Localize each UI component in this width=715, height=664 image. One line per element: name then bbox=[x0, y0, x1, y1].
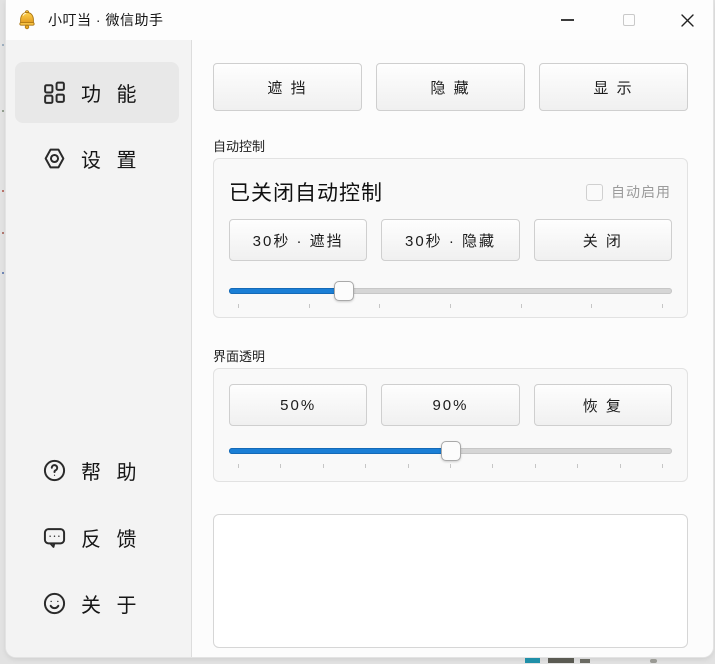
sidebar: 功 能 设 置 帮 bbox=[6, 40, 192, 657]
slider-fill bbox=[229, 448, 451, 454]
transparency-panel: 50% 90% 恢 复 bbox=[213, 368, 688, 482]
opacity-90-button[interactable]: 90% bbox=[381, 384, 519, 426]
bell-icon bbox=[16, 9, 38, 31]
auto-control-section-label: 自动控制 bbox=[213, 136, 265, 155]
main-content: 遮 挡 隐 藏 显 示 自动控制 已关闭自动控制 自动启用 30秒 · 遮挡 3… bbox=[192, 40, 713, 657]
sidebar-item-label: 反 馈 bbox=[81, 523, 142, 552]
auto-control-slider[interactable] bbox=[229, 281, 672, 301]
opacity-restore-button[interactable]: 恢 复 bbox=[534, 384, 672, 426]
question-circle-icon bbox=[42, 458, 67, 483]
close-button[interactable] bbox=[666, 0, 708, 40]
show-button[interactable]: 显 示 bbox=[539, 63, 688, 111]
speech-bubble-icon bbox=[42, 525, 67, 550]
desktop-behind-bottom bbox=[0, 656, 715, 664]
slider-thumb[interactable] bbox=[334, 281, 354, 301]
transparency-slider[interactable] bbox=[229, 441, 672, 461]
smiley-icon bbox=[42, 591, 67, 616]
quick-buttons-row: 遮 挡 隐 藏 显 示 bbox=[213, 63, 688, 111]
transparency-section-label: 界面透明 bbox=[213, 346, 265, 365]
slider-fill bbox=[229, 288, 344, 294]
auto-control-panel: 已关闭自动控制 自动启用 30秒 · 遮挡 30秒 · 隐藏 关 闭 bbox=[213, 158, 688, 318]
app-window: 小叮当 · 微信助手 bbox=[6, 0, 713, 657]
maximize-icon bbox=[623, 14, 635, 26]
hide-30s-button[interactable]: 30秒 · 隐藏 bbox=[381, 219, 519, 261]
sidebar-item-label: 关 于 bbox=[81, 589, 142, 618]
sidebar-item-help[interactable]: 帮 助 bbox=[15, 440, 179, 501]
maximize-button[interactable] bbox=[608, 0, 650, 40]
hide-button[interactable]: 隐 藏 bbox=[376, 63, 525, 111]
log-output-area[interactable] bbox=[213, 514, 688, 648]
sidebar-item-function[interactable]: 功 能 bbox=[15, 62, 179, 123]
sidebar-item-settings[interactable]: 设 置 bbox=[15, 128, 179, 189]
minimize-button[interactable] bbox=[546, 0, 588, 40]
checkbox-label: 自动启用 bbox=[611, 182, 671, 202]
hexagon-nut-icon bbox=[42, 146, 67, 171]
auto-off-button[interactable]: 关 闭 bbox=[534, 219, 672, 261]
close-icon bbox=[680, 13, 695, 28]
transparency-buttons: 50% 90% 恢 复 bbox=[229, 384, 672, 426]
sidebar-item-feedback[interactable]: 反 馈 bbox=[15, 507, 179, 568]
window-title: 小叮当 · 微信助手 bbox=[48, 10, 163, 30]
sidebar-item-label: 功 能 bbox=[81, 78, 142, 107]
block-button[interactable]: 遮 挡 bbox=[213, 63, 362, 111]
checkbox-box bbox=[586, 184, 603, 201]
opacity-50-button[interactable]: 50% bbox=[229, 384, 367, 426]
auto-control-buttons: 30秒 · 遮挡 30秒 · 隐藏 关 闭 bbox=[229, 219, 672, 261]
slider-ticks bbox=[229, 304, 672, 308]
sidebar-item-label: 设 置 bbox=[81, 144, 142, 173]
slider-thumb[interactable] bbox=[441, 441, 461, 461]
sidebar-item-about[interactable]: 关 于 bbox=[15, 573, 179, 634]
transparency-slider-wrap bbox=[229, 441, 672, 468]
sidebar-item-label: 帮 助 bbox=[81, 456, 142, 485]
titlebar: 小叮当 · 微信助手 bbox=[6, 0, 713, 40]
auto-control-status: 已关闭自动控制 bbox=[229, 177, 383, 207]
auto-enable-checkbox[interactable]: 自动启用 bbox=[586, 182, 671, 202]
block-30s-button[interactable]: 30秒 · 遮挡 bbox=[229, 219, 367, 261]
grid-icon bbox=[42, 80, 67, 105]
auto-control-slider-wrap bbox=[229, 281, 672, 308]
minimize-icon bbox=[561, 19, 574, 21]
slider-ticks bbox=[229, 464, 672, 468]
